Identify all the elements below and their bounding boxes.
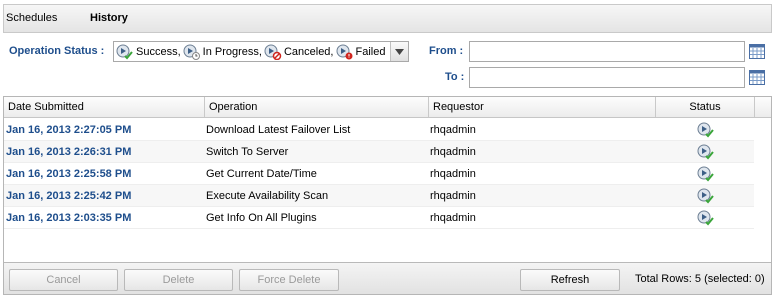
requestor-cell: rhqadmin: [430, 124, 476, 136]
table-row[interactable]: Jan 16, 2013 2:27:05 PM Download Latest …: [4, 119, 754, 141]
success-icon: [697, 122, 714, 138]
success-icon: [697, 166, 714, 182]
from-date-input[interactable]: [469, 41, 745, 62]
tab-bar: Schedules History: [3, 4, 772, 33]
chevron-down-icon[interactable]: [390, 42, 408, 61]
cancel-button[interactable]: Cancel: [9, 269, 118, 291]
operation-cell: Execute Availability Scan: [206, 190, 329, 202]
table-row[interactable]: Jan 16, 2013 2:26:31 PM Switch To Server…: [4, 141, 754, 163]
status-option-canceled: Canceled,: [264, 44, 334, 60]
column-header-status[interactable]: Status: [656, 97, 755, 117]
status-option-label: Success,: [136, 45, 181, 58]
force-delete-button[interactable]: Force Delete: [239, 269, 339, 291]
grid-toolbar: Cancel Delete Force Delete Refresh Total…: [4, 262, 771, 294]
success-icon: [697, 188, 714, 204]
grid-header: Date Submitted Operation Requestor Statu…: [4, 97, 771, 118]
operation-status-label: Operation Status :: [9, 45, 105, 57]
failed-icon: [336, 44, 352, 59]
column-header-operation[interactable]: Operation: [205, 97, 429, 117]
status-option-success: Success,: [116, 44, 181, 60]
date-cell: Jan 16, 2013 2:25:58 PM: [6, 168, 132, 180]
requestor-cell: rhqadmin: [430, 146, 476, 158]
requestor-cell: rhqadmin: [430, 168, 476, 180]
refresh-button[interactable]: Refresh: [520, 269, 620, 291]
to-date-input[interactable]: [469, 67, 745, 88]
success-icon: [697, 144, 714, 160]
date-cell: Jan 16, 2013 2:03:35 PM: [6, 212, 132, 224]
requestor-cell: rhqadmin: [430, 212, 476, 224]
calendar-icon[interactable]: [749, 43, 765, 59]
success-icon: [116, 44, 133, 59]
success-icon: [697, 210, 714, 226]
operation-cell: Download Latest Failover List: [206, 124, 351, 136]
column-header-date-submitted[interactable]: Date Submitted: [4, 97, 205, 117]
canceled-icon: [264, 44, 282, 60]
date-cell: Jan 16, 2013 2:26:31 PM: [6, 146, 132, 158]
date-cell: Jan 16, 2013 2:25:42 PM: [6, 190, 132, 202]
in-progress-icon: [183, 44, 200, 60]
table-row[interactable]: Jan 16, 2013 2:25:42 PM Execute Availabi…: [4, 185, 754, 207]
operation-cell: Get Current Date/Time: [206, 168, 317, 180]
column-header-requestor[interactable]: Requestor: [429, 97, 656, 117]
from-label: From :: [429, 45, 464, 57]
status-option-failed: Failed: [336, 44, 386, 60]
history-grid: Date Submitted Operation Requestor Statu…: [3, 96, 772, 295]
tab-history[interactable]: History: [90, 12, 128, 24]
operation-status-select[interactable]: Success, In Progress, Canceled, Failed: [113, 41, 409, 62]
calendar-icon[interactable]: [749, 69, 765, 85]
table-row[interactable]: Jan 16, 2013 2:25:58 PM Get Current Date…: [4, 163, 754, 185]
table-row[interactable]: Jan 16, 2013 2:03:35 PM Get Info On All …: [4, 207, 754, 229]
status-option-label: Canceled,: [283, 45, 334, 58]
status-option-in-progress: In Progress,: [183, 44, 262, 60]
status-option-label: In Progress,: [202, 45, 262, 58]
date-cell: Jan 16, 2013 2:27:05 PM: [6, 124, 132, 136]
requestor-cell: rhqadmin: [430, 190, 476, 202]
delete-button[interactable]: Delete: [124, 269, 233, 291]
operation-cell: Switch To Server: [206, 146, 289, 158]
operation-cell: Get Info On All Plugins: [206, 212, 317, 224]
to-label: To :: [445, 71, 465, 83]
total-rows-label: Total Rows: 5 (selected: 0): [635, 273, 765, 285]
tab-schedules[interactable]: Schedules: [6, 12, 57, 24]
status-option-label: Failed: [355, 45, 386, 58]
